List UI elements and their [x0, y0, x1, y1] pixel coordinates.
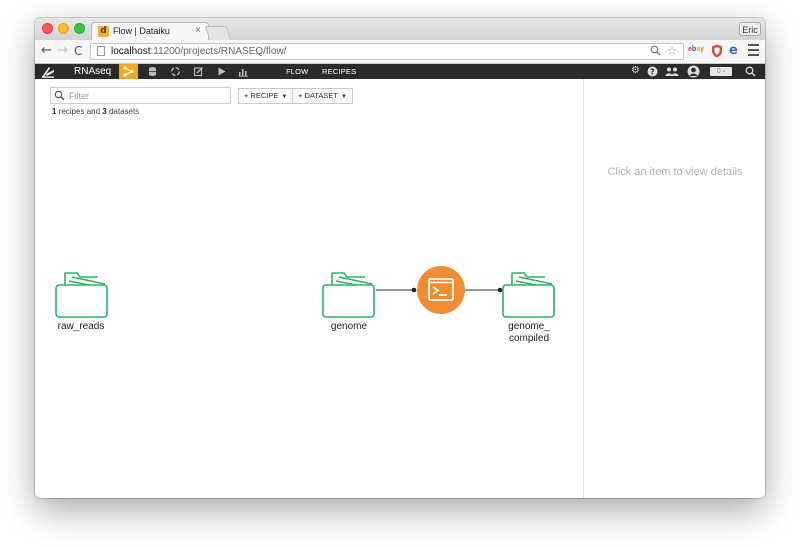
minimize-window-button[interactable]: [58, 23, 69, 34]
browser-user-chip[interactable]: Eric: [739, 22, 761, 36]
datasets-icon[interactable]: [147, 66, 158, 77]
notifications-badge[interactable]: 0 ▫: [710, 67, 732, 76]
close-window-button[interactable]: [42, 23, 53, 34]
svg-text:?: ?: [650, 67, 655, 76]
flow-icon[interactable]: [119, 64, 138, 79]
dss-navbar: RNAseq FLOW RECIPES ⚙ ? 0 ▫: [35, 64, 765, 79]
browser-menu-icon[interactable]: [748, 44, 759, 56]
back-icon[interactable]: ←: [41, 43, 52, 58]
e-icon[interactable]: e: [729, 43, 738, 58]
flow-edges: [376, 287, 503, 293]
help-icon[interactable]: ?: [647, 66, 658, 77]
dataset-node-genome[interactable]: [322, 264, 376, 319]
search-icon[interactable]: [745, 66, 756, 77]
forward-icon[interactable]: →: [57, 43, 68, 58]
browser-tab-flow[interactable]: d Flow | Dataiku ×: [91, 22, 209, 40]
details-panel: Click an item to view details: [583, 79, 765, 498]
browser-title-bar: d Flow | Dataiku × Eric: [35, 18, 765, 40]
notebook-icon[interactable]: [193, 66, 204, 77]
jobs-icon[interactable]: [170, 66, 181, 77]
url-text: localhost:11200/projects/RNASEQ/flow/: [111, 46, 287, 57]
dataiku-logo-icon[interactable]: [41, 65, 55, 78]
dataset-label-genome[interactable]: genome: [304, 321, 394, 333]
dataset-label-genome-compiled[interactable]: genome_ compiled: [484, 321, 574, 345]
terminal-icon: [417, 266, 465, 314]
tab-title: Flow | Dataiku: [113, 26, 170, 36]
recipe-node-shell[interactable]: [417, 266, 465, 314]
flow-canvas: 1 recipes and 3 datasets + RECIPE▼ + DAT…: [35, 79, 583, 498]
page-icon: [97, 46, 105, 56]
folder-icon: [55, 272, 108, 318]
run-icon[interactable]: [216, 66, 227, 77]
shield-icon[interactable]: [711, 44, 723, 58]
browser-toolbar: ← → C localhost:11200/projects/RNASEQ/fl…: [35, 40, 765, 64]
dataset-node-raw-reads[interactable]: [55, 264, 109, 319]
new-tab-button[interactable]: [204, 26, 232, 40]
dataset-label-raw-reads[interactable]: raw_reads: [36, 321, 126, 333]
address-bar[interactable]: localhost:11200/projects/RNASEQ/flow/ ☆: [90, 43, 684, 60]
charts-icon[interactable]: [238, 66, 249, 77]
settings-icon[interactable]: ⚙: [631, 65, 640, 76]
bookmark-star-icon[interactable]: ☆: [667, 44, 677, 57]
folder-icon: [502, 272, 555, 318]
maximize-window-button[interactable]: [74, 23, 85, 34]
nav-flow-link[interactable]: FLOW: [286, 67, 308, 76]
ebay-icon[interactable]: ebay: [688, 46, 704, 53]
zoom-icon[interactable]: [650, 45, 661, 59]
details-placeholder: Click an item to view details: [607, 166, 743, 178]
dataiku-favicon-icon: d: [98, 26, 109, 37]
reload-icon[interactable]: C: [74, 44, 82, 58]
folder-icon: [322, 272, 375, 318]
dataset-node-genome-compiled[interactable]: [502, 264, 556, 319]
profile-icon[interactable]: [687, 65, 700, 78]
project-name[interactable]: RNAseq: [74, 66, 111, 77]
users-icon[interactable]: [665, 66, 679, 77]
nav-recipes-link[interactable]: RECIPES: [322, 67, 356, 76]
browser-window: d Flow | Dataiku × Eric ← → C localhost:…: [35, 18, 765, 498]
tab-close-icon[interactable]: ×: [195, 25, 201, 36]
